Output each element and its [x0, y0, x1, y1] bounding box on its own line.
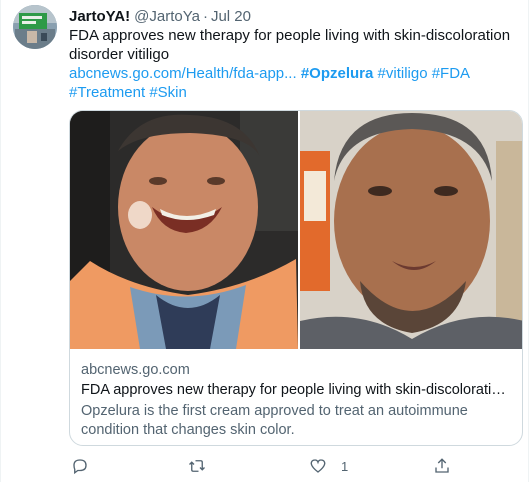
tweet-text: FDA approves new therapy for people livi… — [69, 26, 524, 102]
hashtag-opzelura[interactable]: #Opzelura — [301, 65, 374, 82]
tweet-link[interactable]: abcnews.go.com/Health/fda-app... — [69, 65, 297, 82]
photo-man-portrait — [300, 111, 522, 349]
retweet-icon — [189, 460, 205, 472]
like-button[interactable]: 1 — [309, 455, 348, 477]
tweet-header: JartoYA! @JartoYa · Jul 20 — [69, 6, 519, 26]
card-photo-right — [300, 111, 522, 349]
tweet-actions: 1 — [69, 455, 469, 477]
card-media — [70, 111, 522, 349]
hashtag-fda[interactable]: #FDA — [432, 65, 470, 82]
share-icon — [435, 458, 449, 473]
hashtag-vitiligo[interactable]: #vitiligo — [378, 65, 428, 82]
share-button[interactable] — [433, 455, 451, 477]
card-photo-left — [70, 111, 298, 349]
avatar[interactable] — [13, 5, 57, 49]
avatar-image — [13, 5, 57, 49]
photo-man-smiling — [70, 111, 298, 349]
user-handle[interactable]: @JartoYa — [134, 8, 200, 25]
reply-button[interactable] — [71, 455, 89, 477]
reply-icon — [73, 459, 87, 475]
link-card[interactable]: abcnews.go.com FDA approves new therapy … — [69, 110, 523, 446]
tweet[interactable]: JartoYA! @JartoYa · Jul 20 FDA approves … — [0, 0, 529, 482]
separator-dot: · — [202, 7, 208, 25]
heart-icon — [310, 459, 326, 473]
card-title: FDA approves new therapy for people livi… — [81, 382, 513, 398]
tweet-body: FDA approves new therapy for people livi… — [69, 27, 511, 63]
display-name[interactable]: JartoYA! — [69, 8, 130, 25]
hashtag-skin[interactable]: #Skin — [149, 84, 187, 101]
like-count: 1 — [341, 458, 349, 474]
card-meta: abcnews.go.com FDA approves new therapy … — [81, 361, 516, 440]
tweet-date[interactable]: Jul 20 — [211, 8, 251, 25]
card-description: Opzelura is the first cream approved to … — [81, 403, 468, 438]
retweet-button[interactable] — [188, 455, 206, 477]
card-domain: abcnews.go.com — [81, 362, 190, 378]
hashtag-treatment[interactable]: #Treatment — [69, 84, 145, 101]
